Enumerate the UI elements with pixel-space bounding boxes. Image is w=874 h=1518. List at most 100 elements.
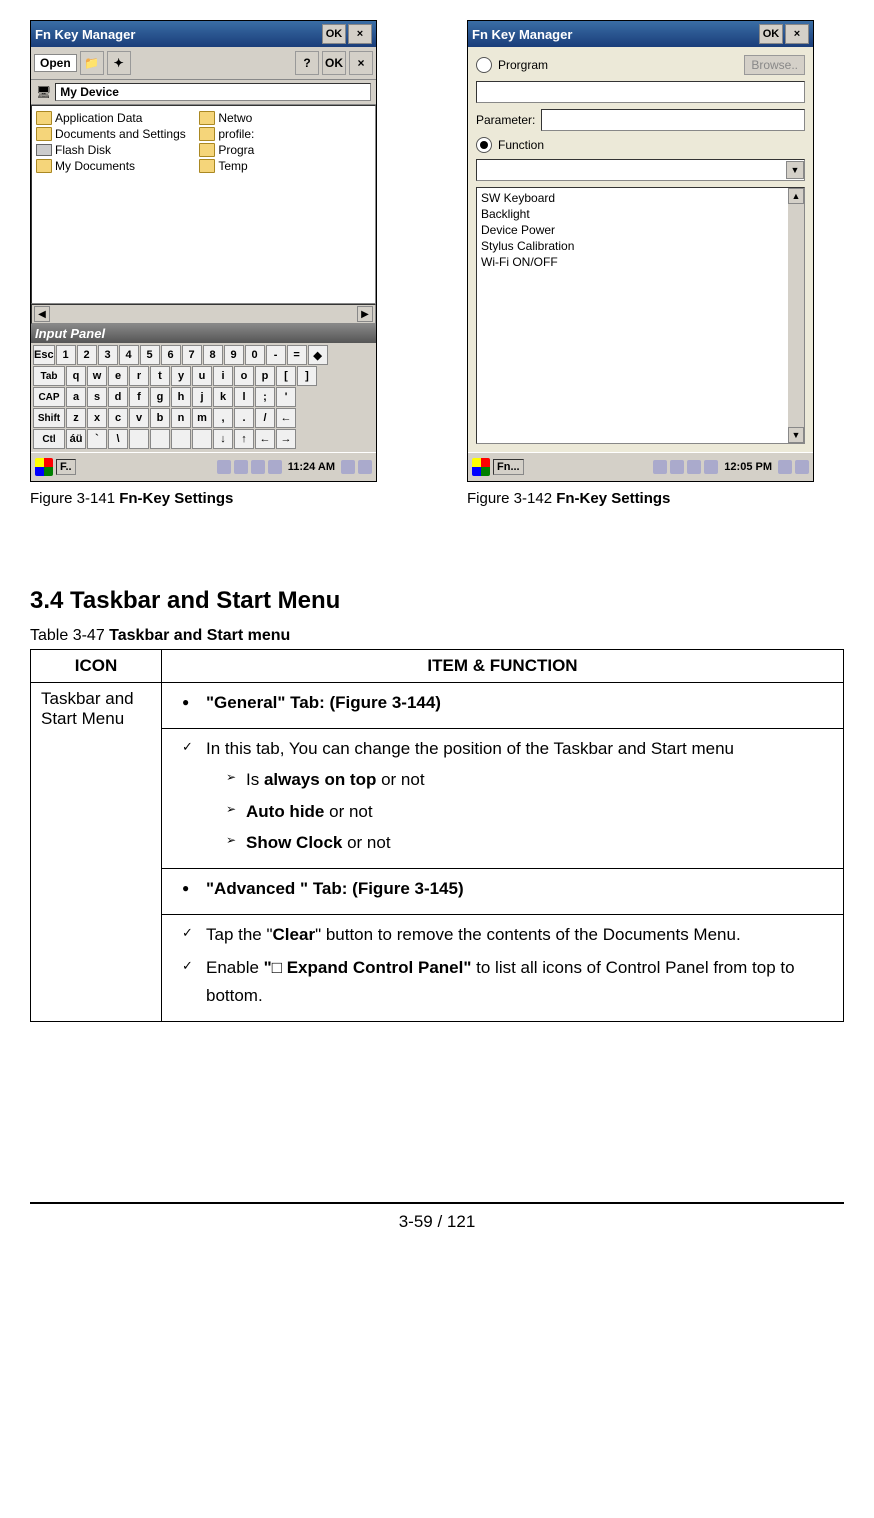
scroll-down-icon[interactable]: ▼ — [788, 427, 804, 443]
keyboard-key[interactable]: áü — [66, 429, 86, 449]
list-item[interactable]: Backlight — [479, 206, 786, 222]
keyboard-key[interactable]: w — [87, 366, 107, 386]
keyboard-key[interactable]: 0 — [245, 345, 265, 365]
taskbar-task-button[interactable]: F.. — [56, 459, 76, 475]
file-item[interactable]: Progra — [197, 142, 360, 158]
keyboard-key[interactable]: 5 — [140, 345, 160, 365]
up-folder-icon[interactable]: 📁 — [80, 51, 104, 75]
keyboard-key[interactable]: Shift — [33, 408, 65, 428]
location-text[interactable]: My Device — [55, 83, 371, 101]
sip-icon[interactable] — [341, 460, 355, 474]
scroll-left-icon[interactable]: ◀ — [34, 306, 50, 322]
chevron-down-icon[interactable]: ▼ — [786, 161, 804, 179]
signal-icon[interactable] — [234, 460, 248, 474]
keyboard-key[interactable] — [129, 429, 149, 449]
keyboard-key[interactable]: 1 — [56, 345, 76, 365]
keyboard-key[interactable]: t — [150, 366, 170, 386]
keyboard-key[interactable]: p — [255, 366, 275, 386]
tray-icon[interactable] — [217, 460, 231, 474]
keyboard-key[interactable]: j — [192, 387, 212, 407]
keyboard-key[interactable]: Tab — [33, 366, 65, 386]
keyboard-key[interactable]: z — [66, 408, 86, 428]
new-folder-icon[interactable]: ✦ — [107, 51, 131, 75]
keyboard-key[interactable]: i — [213, 366, 233, 386]
start-icon[interactable] — [35, 458, 53, 476]
keyboard-key[interactable]: x — [87, 408, 107, 428]
keyboard-key[interactable]: a — [66, 387, 86, 407]
list-item[interactable]: SW Keyboard — [479, 190, 786, 206]
taskbar-task-button[interactable]: Fn... — [493, 459, 524, 475]
help-button[interactable]: ? — [295, 51, 319, 75]
clock[interactable]: 12:05 PM — [721, 461, 775, 473]
program-input[interactable] — [476, 81, 805, 103]
file-item[interactable]: Documents and Settings — [34, 126, 197, 142]
list-item[interactable]: Device Power — [479, 222, 786, 238]
sip-icon[interactable] — [778, 460, 792, 474]
keyboard-key[interactable]: f — [129, 387, 149, 407]
close-button[interactable]: × — [785, 24, 809, 44]
keyboard-key[interactable]: s — [87, 387, 107, 407]
keyboard-key[interactable]: [ — [276, 366, 296, 386]
keyboard-key[interactable]: Esc — [33, 345, 55, 365]
keyboard-key[interactable]: l — [234, 387, 254, 407]
vertical-scrollbar[interactable]: ▲ ▼ — [788, 188, 804, 443]
open-dropdown[interactable]: Open — [34, 54, 77, 72]
keyboard-key[interactable]: o — [234, 366, 254, 386]
battery-icon[interactable] — [704, 460, 718, 474]
keyboard-key[interactable]: ↓ — [213, 429, 233, 449]
keyboard-key[interactable]: h — [171, 387, 191, 407]
keyboard-key[interactable]: = — [287, 345, 307, 365]
keyboard-key[interactable]: . — [234, 408, 254, 428]
keyboard-key[interactable]: g — [150, 387, 170, 407]
function-listbox[interactable]: SW Keyboard Backlight Device Power Stylu… — [476, 187, 805, 444]
list-item[interactable]: Stylus Calibration — [479, 238, 786, 254]
file-item[interactable]: Flash Disk — [34, 142, 197, 158]
desktop-icon[interactable] — [795, 460, 809, 474]
close-button[interactable]: × — [348, 24, 372, 44]
keyboard-key[interactable]: y — [171, 366, 191, 386]
keyboard-key[interactable]: m — [192, 408, 212, 428]
keyboard-key[interactable]: ' — [276, 387, 296, 407]
keyboard-key[interactable]: c — [108, 408, 128, 428]
start-icon[interactable] — [472, 458, 490, 476]
tray-icon[interactable] — [251, 460, 265, 474]
ok-button[interactable]: OK — [322, 24, 346, 44]
keyboard-key[interactable]: ` — [87, 429, 107, 449]
keyboard-key[interactable] — [150, 429, 170, 449]
keyboard-key[interactable] — [171, 429, 191, 449]
keyboard-key[interactable]: → — [276, 429, 296, 449]
tray-icon[interactable] — [687, 460, 701, 474]
file-item[interactable]: Netwo — [197, 110, 360, 126]
keyboard-key[interactable]: r — [129, 366, 149, 386]
keyboard-key[interactable]: - — [266, 345, 286, 365]
keyboard-key[interactable]: 2 — [77, 345, 97, 365]
file-item[interactable]: profile: — [197, 126, 360, 142]
keyboard-key[interactable]: ← — [276, 408, 296, 428]
keyboard-key[interactable]: v — [129, 408, 149, 428]
scroll-right-icon[interactable]: ▶ — [357, 306, 373, 322]
file-item[interactable]: Temp — [197, 158, 360, 174]
keyboard-key[interactable]: b — [150, 408, 170, 428]
file-list[interactable]: Application Data Netwo Documents and Set… — [31, 105, 376, 304]
ok-button[interactable]: OK — [759, 24, 783, 44]
keyboard-key[interactable]: 7 — [182, 345, 202, 365]
keyboard-key[interactable]: ; — [255, 387, 275, 407]
keyboard-key[interactable]: ↑ — [234, 429, 254, 449]
tray-icon[interactable] — [268, 460, 282, 474]
file-item[interactable]: My Documents — [34, 158, 197, 174]
on-screen-keyboard[interactable]: Esc1234567890-=◆ Tabqwertyuiop[] CAPasdf… — [31, 343, 376, 452]
keyboard-key[interactable]: k — [213, 387, 233, 407]
keyboard-key[interactable]: 3 — [98, 345, 118, 365]
keyboard-key[interactable]: , — [213, 408, 233, 428]
horizontal-scrollbar[interactable]: ◀ ▶ — [31, 304, 376, 324]
list-item[interactable]: Wi-Fi ON/OFF — [479, 254, 786, 270]
keyboard-key[interactable]: 6 — [161, 345, 181, 365]
browse-button[interactable]: Browse.. — [744, 55, 805, 75]
keyboard-key[interactable]: e — [108, 366, 128, 386]
keyboard-key[interactable]: q — [66, 366, 86, 386]
function-radio[interactable] — [476, 137, 492, 153]
function-dropdown[interactable]: ▼ — [476, 159, 805, 181]
keyboard-key[interactable]: d — [108, 387, 128, 407]
keyboard-key[interactable]: / — [255, 408, 275, 428]
keyboard-key[interactable]: 8 — [203, 345, 223, 365]
